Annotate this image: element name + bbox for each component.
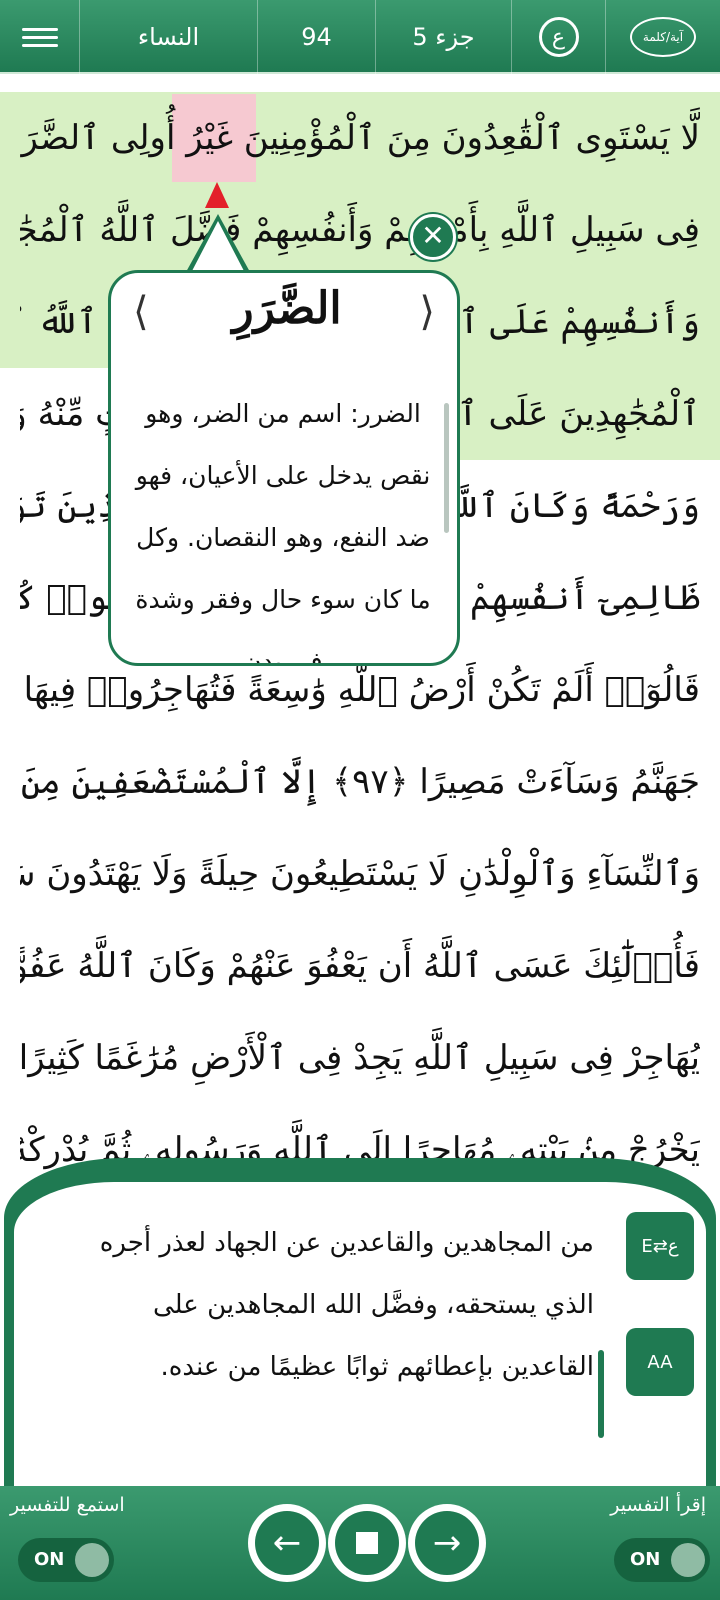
arrow-left-icon: ←: [255, 1511, 319, 1575]
arrow-right-icon: →: [415, 1511, 479, 1575]
ornament-bracket-left: ⟨: [133, 289, 149, 335]
quran-line-8[interactable]: جَهَنَّمُ وَسَآءَتْ مَصِيرًا ﴿٩٧﴾ إِلَّا…: [20, 736, 700, 828]
listen-tafsir-label: استمع للتفسير: [10, 1494, 125, 1516]
quran-line-11[interactable]: يُهَاجِرْ فِى سَبِيلِ ٱللَّهِ يَجِدْ فِى…: [20, 1012, 700, 1104]
menu-icon: [21, 23, 58, 52]
stop-button[interactable]: [328, 1504, 406, 1582]
ain-button[interactable]: ع: [512, 0, 606, 74]
page-number[interactable]: 94: [258, 0, 376, 74]
ain-icon: ع: [538, 17, 579, 57]
font-size-button[interactable]: AA: [626, 1328, 694, 1396]
popup-word-title: الضَّرَرِ: [232, 283, 342, 334]
bottom-bar: استمع للتفسير إقرأ التفسير ON ON ← →: [0, 1486, 720, 1600]
ayah-word-toggle[interactable]: آية/كلمة: [606, 0, 720, 74]
selected-word-marker: [205, 182, 229, 208]
quran-line-2[interactable]: فِى سَبِيلِ ٱللَّهِ بِأَمْوَٰلِهِمْ وَأَ…: [20, 184, 700, 276]
popup-scrollbar[interactable]: [444, 403, 449, 533]
quran-line-1[interactable]: لَّا يَسْتَوِى ٱلْقَٰعِدُونَ مِنَ ٱلْمُؤ…: [20, 92, 700, 184]
listen-tafsir-toggle[interactable]: ON: [18, 1538, 114, 1582]
translate-button[interactable]: E⇄ع: [626, 1212, 694, 1280]
read-tafsir-toggle[interactable]: ON: [614, 1538, 710, 1582]
popup-meaning-text: الضرر: اسم من الضر، وهو نقص يدخل على الأ…: [135, 399, 431, 666]
toggle-state: ON: [630, 1549, 661, 1570]
top-bar: النساء 94 جزء 5 ع آية/كلمة: [0, 0, 720, 74]
word-meaning-popup: ⟨ ⟩ الضَّرَرِ الضرر: اسم من الضر، وهو نق…: [108, 270, 460, 666]
close-icon[interactable]: ✕: [410, 214, 456, 260]
quran-line-9[interactable]: وَٱلنِّسَآءِ وَٱلْوِلْدَٰنِ لَا يَسْتَطِ…: [20, 828, 700, 920]
read-tafsir-label: إقرأ التفسير: [610, 1494, 706, 1516]
quran-line-10[interactable]: فَأُو۟لَٰٓئِكَ عَسَى ٱللَّهُ أَن يَعْفُو…: [20, 920, 700, 1012]
juz-label[interactable]: جزء 5: [376, 0, 512, 74]
menu-button[interactable]: [0, 0, 80, 74]
tafsir-scrollbar[interactable]: [598, 1350, 604, 1438]
toggle-state: ON: [34, 1549, 65, 1570]
tafsir-text: من المجاهدين والقاعدين عن الجهاد لعذر أج…: [99, 1228, 594, 1382]
next-button[interactable]: →: [408, 1504, 486, 1582]
surah-name[interactable]: النساء: [80, 0, 258, 74]
toggle-knob: [75, 1543, 109, 1577]
toggle-knob: [671, 1543, 705, 1577]
font-size-icon: AA: [647, 1351, 673, 1373]
previous-button[interactable]: ←: [248, 1504, 326, 1582]
ayah-word-logo: آية/كلمة: [630, 17, 696, 57]
tafsir-panel: من المجاهدين والقاعدين عن الجهاد لعذر أج…: [0, 1158, 720, 1502]
tafsir-content: من المجاهدين والقاعدين عن الجهاد لعذر أج…: [14, 1182, 706, 1502]
stop-icon: [335, 1511, 399, 1575]
translate-icon: E⇄ع: [641, 1235, 679, 1257]
popup-pointer-fill: [192, 221, 244, 271]
quran-tafsir-screen: النساء 94 جزء 5 ع آية/كلمة لَّا يَسْتَوِ…: [0, 0, 720, 1600]
